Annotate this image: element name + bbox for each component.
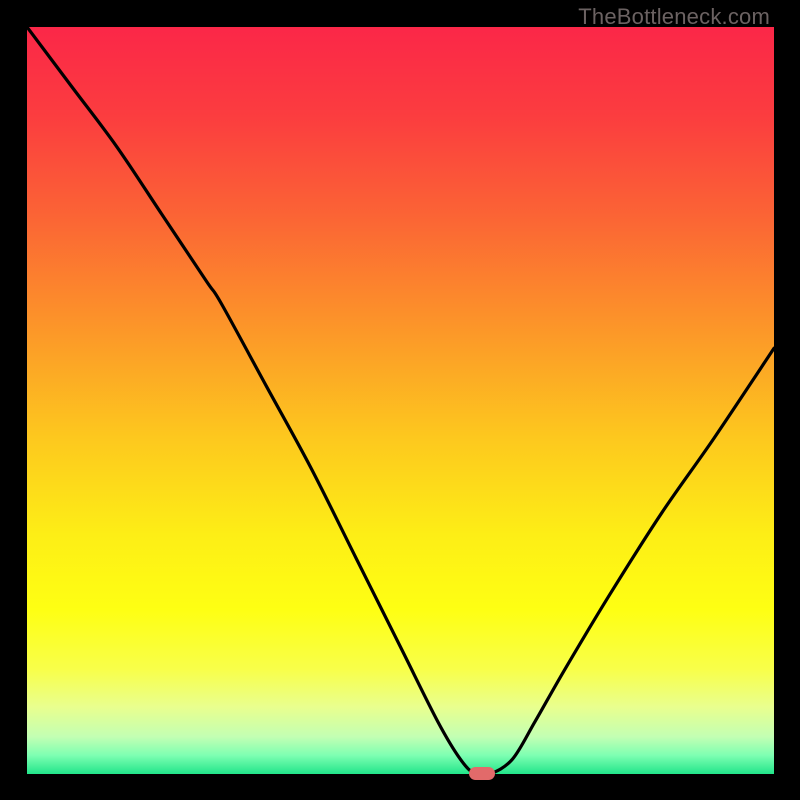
bottleneck-curve — [27, 27, 774, 774]
plot-area — [27, 27, 774, 774]
minimum-marker — [469, 767, 495, 780]
watermark-text: TheBottleneck.com — [578, 4, 770, 30]
chart-frame: TheBottleneck.com — [0, 0, 800, 800]
